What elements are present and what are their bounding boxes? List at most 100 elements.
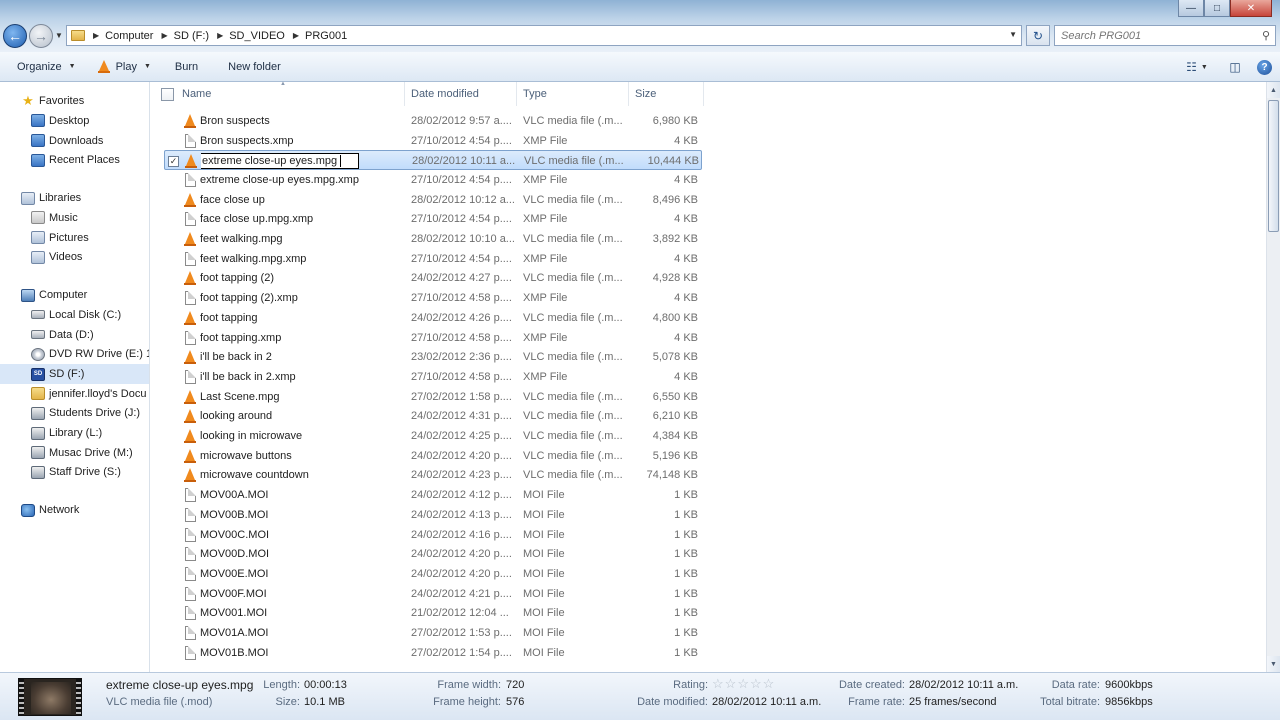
file-row[interactable]: MOV00E.MOI 24/02/2012 4:20 p.... MOI File 1… (164, 564, 702, 584)
file-row[interactable]: feet walking.mpg 28/02/2012 10:10 a... VLC… (164, 229, 702, 249)
nav-data-drive[interactable]: Data (D:) (0, 325, 149, 345)
file-row[interactable]: MOV01A.MOI 27/02/2012 1:53 p.... MOI File 1… (164, 623, 702, 643)
nav-students-drive[interactable]: Students Drive (J:) (0, 404, 149, 424)
search-box[interactable]: ⚲ (1054, 25, 1276, 46)
nav-recent-places[interactable]: Recent Places (0, 150, 149, 170)
change-view-button[interactable]: ☷ ▼ (1186, 59, 1208, 75)
scrollbar-thumb[interactable] (1268, 100, 1279, 232)
file-row[interactable]: foot tapping.xmp 27/10/2012 4:58 p.... XMP… (164, 328, 702, 348)
address-dropdown-icon[interactable]: ▼ (1009, 30, 1017, 39)
help-icon[interactable]: ? (1257, 59, 1272, 75)
breadcrumb-separator-icon[interactable]: ▶ (93, 31, 99, 40)
file-row[interactable]: Bron suspects.xmp 27/10/2012 4:54 p.... XM… (164, 131, 702, 151)
file-row[interactable]: Bron suspects 28/02/2012 9:57 a.... VLC me… (164, 111, 702, 131)
file-row[interactable]: ✓ extreme close-up eyes.mpg 28/02/2012 10:… (164, 150, 702, 171)
title-bar: — □ ✕ ← → ▼ ▶ Computer ▶ SD (F:) ▶ SD_VI… (0, 0, 1280, 52)
nav-videos[interactable]: Videos (0, 247, 149, 267)
star-icon[interactable]: ☆ (725, 677, 737, 691)
nav-local-disk[interactable]: Local Disk (C:) (0, 305, 149, 325)
nav-musac-drive[interactable]: Musac Drive (M:) (0, 443, 149, 463)
organize-button[interactable]: Organize ▼ (10, 52, 83, 82)
column-header-name[interactable]: Name (176, 82, 405, 106)
address-bar[interactable]: ▶ Computer ▶ SD (F:) ▶ SD_VIDEO ▶ PRG001… (66, 25, 1022, 46)
column-header-size[interactable]: Size (629, 82, 704, 106)
nav-desktop[interactable]: Desktop (0, 111, 149, 131)
search-icon[interactable]: ⚲ (1262, 29, 1270, 42)
close-button[interactable]: ✕ (1230, 0, 1272, 17)
file-row[interactable]: foot tapping 24/02/2012 4:26 p.... VLC med… (164, 308, 702, 328)
breadcrumb-sd-video[interactable]: SD_VIDEO (229, 30, 285, 42)
play-button[interactable]: Play ▼ (91, 52, 158, 82)
new-folder-button[interactable]: New folder (221, 52, 288, 82)
scroll-up-icon[interactable]: ▲ (1267, 82, 1280, 98)
breadcrumb-prg001[interactable]: PRG001 (305, 30, 347, 42)
preview-pane-button[interactable]: ◫ (1227, 59, 1243, 75)
rating-stars[interactable]: ☆ ☆ ☆ ☆ ☆ (712, 677, 774, 691)
nav-sd-card[interactable]: SD SD (F:) (0, 364, 149, 384)
breadcrumb-sd[interactable]: SD (F:) (174, 30, 209, 42)
file-row[interactable]: microwave buttons 24/02/2012 4:20 p.... VL… (164, 446, 702, 466)
forward-button[interactable]: → (29, 24, 53, 48)
file-date-modified: 27/10/2012 4:54 p.... (411, 173, 512, 186)
column-header-type[interactable]: Type (517, 82, 629, 106)
file-row[interactable]: foot tapping (2).xmp 27/10/2012 4:58 p...… (164, 288, 702, 308)
search-input[interactable] (1055, 26, 1245, 45)
file-row[interactable]: i'll be back in 2 23/02/2012 2:36 p.... VL… (164, 347, 702, 367)
scroll-down-icon[interactable]: ▼ (1267, 656, 1280, 672)
file-name[interactable]: extreme close-up eyes.mpg (201, 151, 405, 171)
nav-favorites[interactable]: ★ Favorites (0, 91, 149, 111)
recent-pages-dropdown[interactable]: ▼ (55, 31, 63, 40)
nav-dvd-drive[interactable]: DVD RW Drive (E:) 10 (0, 345, 149, 365)
file-type: VLC media file (.m... (523, 114, 623, 127)
star-icon[interactable]: ☆ (750, 677, 762, 691)
nav-library-drive[interactable]: Library (L:) (0, 423, 149, 443)
rename-input[interactable]: extreme close-up eyes.mpg (201, 153, 359, 170)
nav-staff-drive[interactable]: Staff Drive (S:) (0, 463, 149, 483)
file-row[interactable]: MOV01B.MOI 27/02/2012 1:54 p.... MOI File 1… (164, 643, 702, 663)
refresh-button[interactable]: ↻ (1026, 25, 1050, 46)
file-row[interactable]: MOV00A.MOI 24/02/2012 4:12 p.... MOI File 1… (164, 485, 702, 505)
nav-music[interactable]: Music (0, 208, 149, 228)
select-all-checkbox[interactable] (161, 88, 174, 101)
file-row[interactable]: extreme close-up eyes.mpg.xmp 27/10/2012 … (164, 170, 702, 190)
column-header-date-modified[interactable]: Date modified (405, 82, 517, 106)
file-row[interactable]: looking in microwave 24/02/2012 4:25 p...… (164, 426, 702, 446)
file-row[interactable]: face close up.mpg.xmp 27/10/2012 4:54 p..… (164, 210, 702, 230)
file-row[interactable]: i'll be back in 2.xmp 27/10/2012 4:58 p..… (164, 367, 702, 387)
minimize-button[interactable]: — (1178, 0, 1204, 17)
file-row[interactable]: microwave countdown 24/02/2012 4:23 p....… (164, 466, 702, 486)
file-row[interactable]: MOV001.MOI 21/02/2012 12:04 ... MOI File 1 … (164, 604, 702, 624)
burn-button[interactable]: Burn (168, 52, 205, 82)
text-caret (340, 155, 342, 168)
file-row[interactable]: MOV00F.MOI 24/02/2012 4:21 p.... MOI File 1… (164, 584, 702, 604)
breadcrumb-separator-icon[interactable]: ▶ (217, 31, 223, 40)
nav-libraries[interactable]: Libraries (0, 188, 149, 208)
breadcrumb-separator-icon[interactable]: ▶ (161, 31, 167, 40)
row-checkbox[interactable]: ✓ (168, 151, 181, 171)
file-row[interactable]: looking around 24/02/2012 4:31 p.... VLC m… (164, 407, 702, 427)
star-icon[interactable]: ☆ (763, 677, 775, 691)
document-icon (183, 170, 197, 190)
file-row[interactable]: Last Scene.mpg 27/02/2012 1:58 p.... VLC m… (164, 387, 702, 407)
checkmark-icon[interactable]: ✓ (168, 155, 179, 167)
file-row[interactable]: feet walking.mpg.xmp 27/10/2012 4:54 p...… (164, 249, 702, 269)
nav-pictures[interactable]: Pictures (0, 228, 149, 248)
nav-downloads[interactable]: Downloads (0, 131, 149, 151)
file-row[interactable]: foot tapping (2) 24/02/2012 4:27 p.... VLC… (164, 269, 702, 289)
nav-jennifer-docs[interactable]: jennifer.lloyd's Docu (0, 384, 149, 404)
breadcrumb-computer[interactable]: Computer (105, 30, 153, 42)
vertical-scrollbar[interactable]: ▲ ▼ (1266, 82, 1280, 672)
file-date-modified: 27/10/2012 4:58 p.... (411, 331, 512, 344)
nav-computer[interactable]: Computer (0, 285, 149, 305)
file-row[interactable]: MOV00D.MOI 24/02/2012 4:20 p.... MOI File 1… (164, 544, 702, 564)
star-icon[interactable]: ☆ (737, 677, 749, 691)
back-button[interactable]: ← (3, 24, 27, 48)
star-icon[interactable]: ☆ (712, 677, 724, 691)
maximize-button[interactable]: □ (1204, 0, 1230, 17)
file-row[interactable]: face close up 28/02/2012 10:12 a... VLC me… (164, 190, 702, 210)
nav-network[interactable]: Network (0, 500, 149, 520)
file-row[interactable]: MOV00B.MOI 24/02/2012 4:13 p.... MOI File 1… (164, 505, 702, 525)
file-row[interactable]: MOV00C.MOI 24/02/2012 4:16 p.... MOI File 1… (164, 525, 702, 545)
breadcrumb-separator-icon[interactable]: ▶ (293, 31, 299, 40)
date-modified-label: Date modified: (637, 696, 708, 708)
